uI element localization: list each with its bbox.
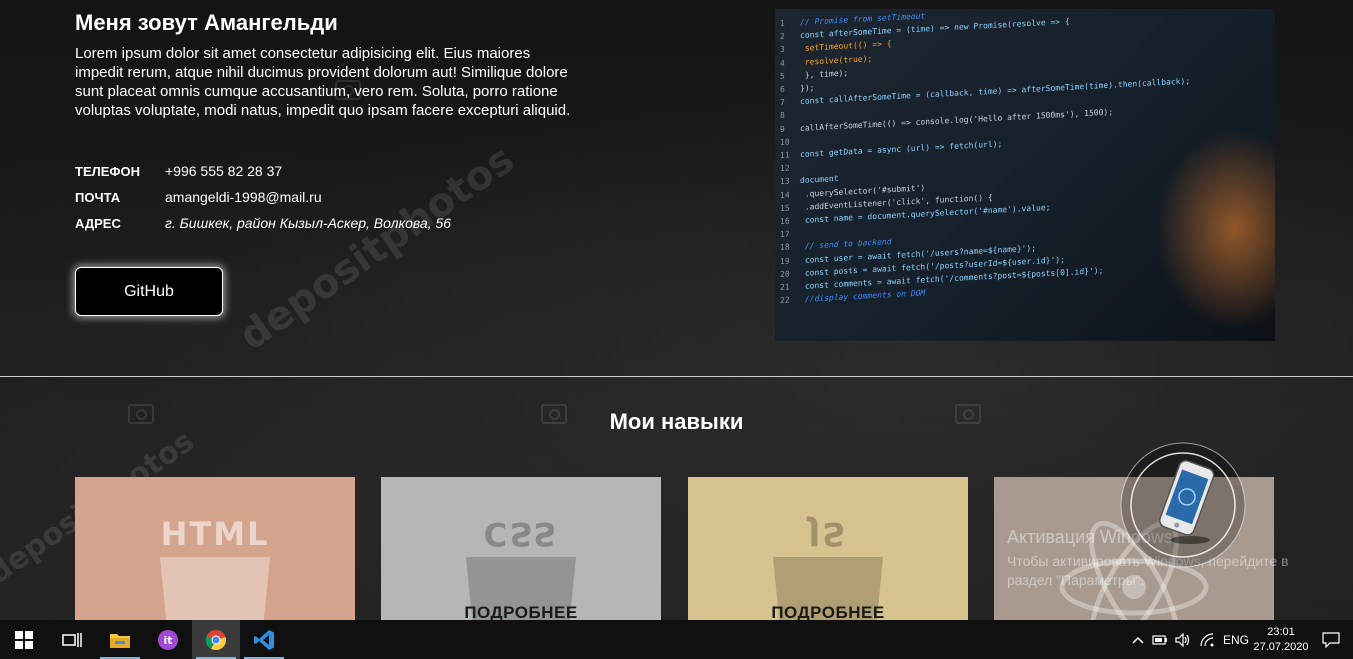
html5-shield-icon xyxy=(160,557,270,620)
code-line-number: 5 xyxy=(780,71,785,81)
skill-card-js[interactable]: JS ПОДРОБНЕЕ xyxy=(688,477,968,620)
file-explorer-icon[interactable] xyxy=(96,620,144,659)
code-line-number: 21 xyxy=(780,282,790,293)
contact-row-email: ПОЧТА amangeldi-1998@mail.ru xyxy=(75,184,451,210)
code-line-text: }, time); xyxy=(800,68,849,80)
code-line-number: 4 xyxy=(780,58,785,68)
css-logo-text: CSS xyxy=(483,515,559,553)
code-line-number: 17 xyxy=(780,229,790,240)
clock-time: 23:01 xyxy=(1267,625,1295,638)
hero-title: Меня зовут Амангельди xyxy=(75,10,338,35)
code-line-number: 22 xyxy=(780,295,790,306)
itunes-icon[interactable]: it xyxy=(144,620,192,659)
system-tray: ENG 23:01 27.07.2020 xyxy=(1127,620,1353,659)
code-line-number: 1 xyxy=(780,18,785,28)
phone-widget-icon[interactable] xyxy=(1118,440,1248,570)
section-divider xyxy=(0,376,1353,377)
contact-row-address: АДРЕС г. Бишкек, район Кызыл-Аскер, Волк… xyxy=(75,210,451,236)
js-logo-text: JS xyxy=(808,515,848,553)
code-line-text: document xyxy=(800,174,839,186)
contact-info: ТЕЛЕФОН +996 555 82 28 37 ПОЧТА amangeld… xyxy=(75,158,451,236)
contact-label: ТЕЛЕФОН xyxy=(75,163,140,179)
code-line-number: 7 xyxy=(780,97,785,108)
card-more-link[interactable]: ПОДРОБНЕЕ xyxy=(688,603,968,620)
code-line-number: 14 xyxy=(780,190,790,200)
skill-card-css[interactable]: CSS ПОДРОБНЕЕ xyxy=(381,477,661,620)
clock[interactable]: 23:01 27.07.2020 xyxy=(1253,620,1309,659)
code-line-number: 8 xyxy=(780,111,785,121)
code-line-number: 20 xyxy=(780,269,790,279)
code-line-number: 13 xyxy=(780,176,790,187)
contact-label: ПОЧТА xyxy=(75,189,121,205)
language-indicator[interactable]: ENG xyxy=(1219,620,1253,659)
skills-title: Мои навыки xyxy=(609,409,744,434)
code-line-text: }); xyxy=(800,83,815,93)
phone-value: +996 555 82 28 37 xyxy=(165,163,283,179)
start-icon[interactable] xyxy=(0,620,48,659)
svg-text:it: it xyxy=(163,634,172,647)
card-more-link[interactable]: ПОДРОБНЕЕ xyxy=(381,603,661,620)
code-line-number: 12 xyxy=(780,163,790,174)
volume-icon[interactable] xyxy=(1171,620,1195,659)
code-line-number: 18 xyxy=(780,242,790,253)
code-line-number: 6 xyxy=(780,84,785,95)
code-line-number: 11 xyxy=(780,150,790,161)
code-line-number: 2 xyxy=(780,31,785,42)
code-line-number: 9 xyxy=(780,124,785,134)
code-line-text: resolve(true); xyxy=(800,53,873,67)
battery-icon[interactable] xyxy=(1149,620,1171,659)
page: depositphotos depositphotos Меня зовут А… xyxy=(0,0,1353,620)
address-value: г. Бишкек, район Кызыл-Аскер, Волкова, 5… xyxy=(165,215,452,231)
code-line-number: 3 xyxy=(780,45,785,55)
email-value: amangeldi-1998@mail.ru xyxy=(165,189,322,205)
hero-description: Lorem ipsum dolor sit amet consectetur a… xyxy=(75,45,571,119)
code-line-number: 15 xyxy=(780,203,790,213)
vscode-icon[interactable] xyxy=(240,620,288,659)
code-line-number: 10 xyxy=(780,137,790,147)
task-view-icon[interactable] xyxy=(48,620,96,659)
contact-label: АДРЕС xyxy=(75,215,121,231)
code-line-number: 19 xyxy=(780,256,790,266)
code-line-number: 16 xyxy=(780,216,790,227)
code-lines: 1// Promise from setTimeout 2 const afterS… xyxy=(780,9,1190,307)
chrome-icon[interactable] xyxy=(192,620,240,659)
windows-taskbar: it ENG 23:01 27.07.2020 xyxy=(0,620,1353,659)
code-screenshot-image: 1// Promise from setTimeout 2 const afterS… xyxy=(775,9,1275,341)
html-logo-text: HTML xyxy=(160,515,270,553)
code-line-text: setTimeout(() => { xyxy=(800,39,892,54)
skill-card-html[interactable]: HTML xyxy=(75,477,355,620)
chevron-up-icon[interactable] xyxy=(1127,620,1149,659)
network-icon[interactable] xyxy=(1195,620,1219,659)
notifications-icon[interactable] xyxy=(1309,620,1353,659)
clock-date: 27.07.2020 xyxy=(1253,640,1309,653)
contact-row-phone: ТЕЛЕФОН +996 555 82 28 37 xyxy=(75,158,451,184)
github-button[interactable]: GitHub xyxy=(75,267,223,316)
